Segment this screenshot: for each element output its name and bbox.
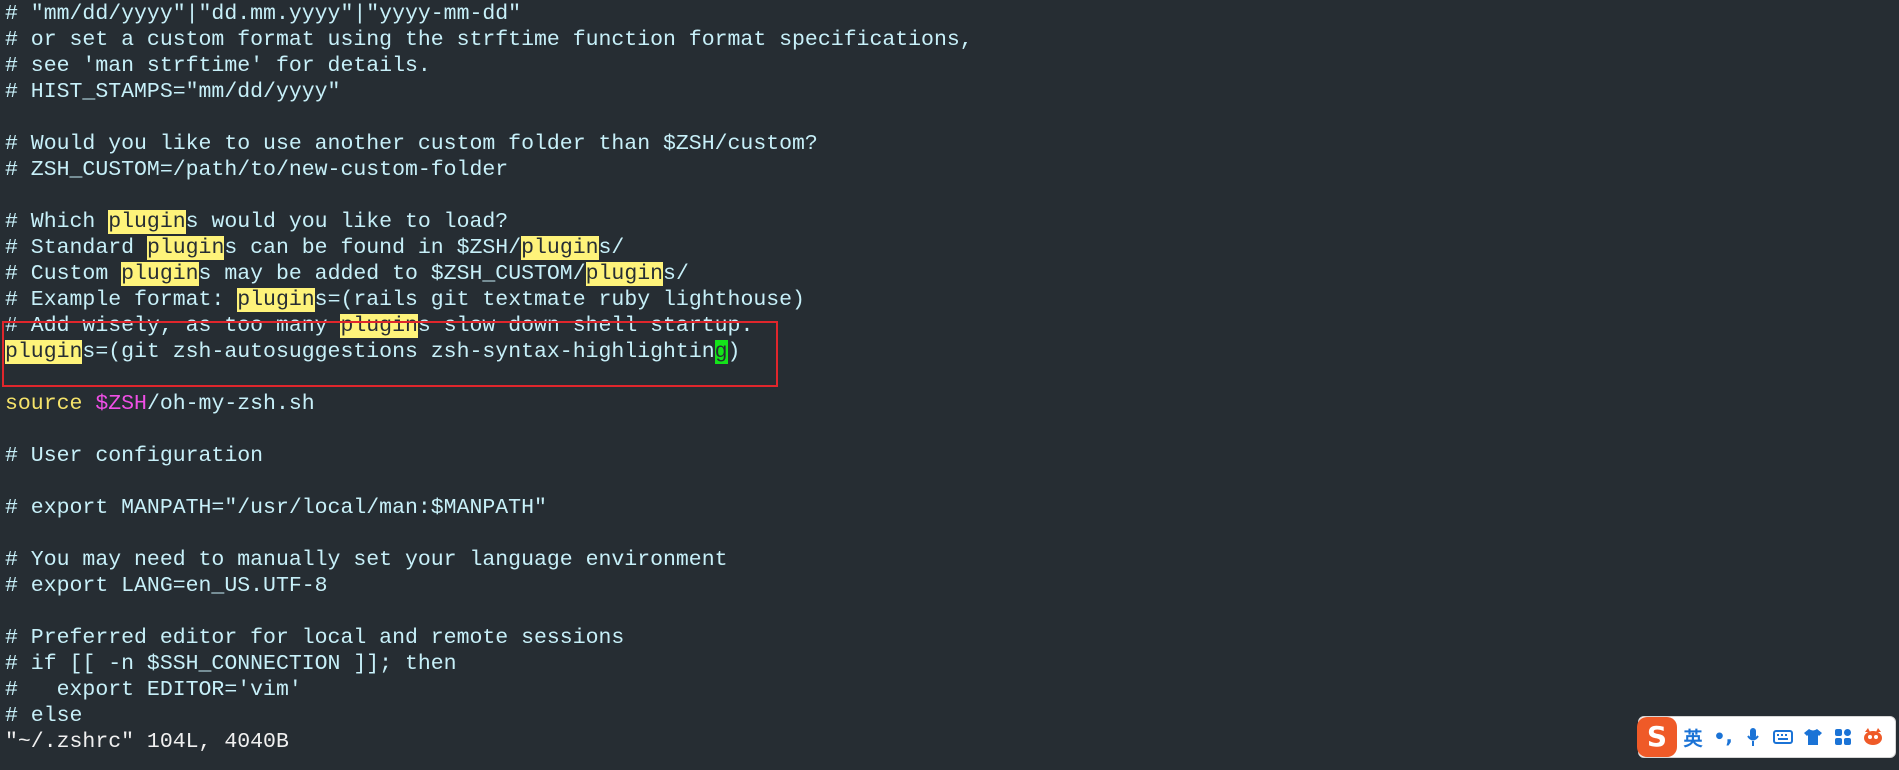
- editor-line[interactable]: # Would you like to use another custom f…: [5, 131, 818, 157]
- editor-line[interactable]: # see 'man strftime' for details.: [5, 53, 431, 79]
- sogou-logo-icon[interactable]: S: [1637, 717, 1677, 757]
- line-text: # see 'man strftime' for details.: [5, 54, 431, 78]
- line-text: # Preferred editor for local and remote …: [5, 626, 625, 650]
- mascot-icon[interactable]: [1859, 722, 1887, 752]
- line-text: # else: [5, 704, 83, 728]
- line-text: # HIST_STAMPS="mm/dd/yyyy": [5, 80, 341, 104]
- line-text: /oh-my-zsh.sh: [146, 392, 315, 416]
- terminal-window[interactable]: # "mm/dd/yyyy"|"dd.mm.yyyy"|"yyyy-mm-dd"…: [0, 0, 1899, 770]
- input-mode-toggle[interactable]: 英: [1679, 722, 1707, 752]
- editor-line[interactable]: source $ZSH/oh-my-zsh.sh: [5, 391, 315, 417]
- editor-line[interactable]: # export EDITOR='vim': [5, 677, 302, 703]
- search-match-highlight: plugin: [237, 288, 315, 312]
- zsh-variable: $ZSH: [95, 392, 147, 416]
- line-text: # export MANPATH="/usr/local/man:$MANPAT…: [5, 496, 547, 520]
- line-text: [82, 392, 95, 416]
- editor-line[interactable]: # export LANG=en_US.UTF-8: [5, 573, 328, 599]
- line-text: s=(rails git textmate ruby lighthouse): [314, 288, 805, 312]
- line-text: s=(git zsh-autosuggestions zsh-syntax-hi…: [82, 340, 715, 364]
- line-text: # export EDITOR='vim': [5, 678, 302, 702]
- search-match-highlight: plugin: [146, 236, 225, 260]
- editor-line[interactable]: # Example format: plugins=(rails git tex…: [5, 287, 805, 313]
- source-keyword: source: [5, 392, 83, 416]
- line-text: # ZSH_CUSTOM=/path/to/new-custom-folder: [5, 158, 509, 182]
- editor-line[interactable]: plugins=(git zsh-autosuggestions zsh-syn…: [5, 339, 740, 365]
- line-text: # Standard: [5, 236, 147, 260]
- microphone-icon[interactable]: [1739, 722, 1767, 752]
- editor-line[interactable]: # if [[ -n $SSH_CONNECTION ]]; then: [5, 651, 457, 677]
- skin-shirt-icon[interactable]: [1799, 722, 1827, 752]
- punctuation-toggle[interactable]: •,: [1709, 722, 1737, 752]
- line-text: s can be found in $ZSH/: [224, 236, 522, 260]
- line-text: # or set a custom format using the strft…: [5, 28, 973, 52]
- editor-line[interactable]: # Standard plugins can be found in $ZSH/…: [5, 235, 624, 261]
- line-text: s would you like to load?: [185, 210, 509, 234]
- editor-line[interactable]: # Which plugins would you like to load?: [5, 209, 508, 235]
- editor-line[interactable]: # User configuration: [5, 443, 263, 469]
- line-text: # Custom: [5, 262, 122, 286]
- line-text: # You may need to manually set your lang…: [5, 548, 728, 572]
- search-match-highlight: plugin: [121, 262, 199, 286]
- line-text: # if [[ -n $SSH_CONNECTION ]]; then: [5, 652, 457, 676]
- editor-line[interactable]: # export MANPATH="/usr/local/man:$MANPAT…: [5, 495, 547, 521]
- line-text: s/: [663, 262, 689, 286]
- line-text: s slow down shell startup.: [417, 314, 754, 338]
- line-text: s/: [598, 236, 625, 260]
- line-text: # User configuration: [5, 444, 264, 468]
- line-text: ): [727, 340, 741, 364]
- search-match-highlight: plugin: [108, 210, 186, 234]
- toolbox-grid-icon[interactable]: [1829, 722, 1857, 752]
- line-text: # Add wisely, as too many: [5, 314, 341, 338]
- editor-line[interactable]: # Preferred editor for local and remote …: [5, 625, 624, 651]
- line-text: # Would you like to use another custom f…: [5, 132, 818, 156]
- editor-line[interactable]: # else: [5, 703, 82, 729]
- editor-line[interactable]: # HIST_STAMPS="mm/dd/yyyy": [5, 79, 340, 105]
- line-text: # export LANG=en_US.UTF-8: [5, 574, 328, 598]
- line-text: # Example format:: [5, 288, 238, 312]
- editor-line[interactable]: # Custom plugins may be added to $ZSH_CU…: [5, 261, 689, 287]
- line-text: # Which: [5, 210, 109, 234]
- editor-line[interactable]: # You may need to manually set your lang…: [5, 547, 728, 573]
- ime-toolbar[interactable]: S 英 •,: [1637, 716, 1896, 758]
- search-match-highlight: plugin: [5, 340, 83, 364]
- vim-status-line: "~/.zshrc" 104L, 4040B: [5, 730, 289, 754]
- search-match-highlight: plugin: [340, 314, 418, 338]
- text-cursor: g: [714, 340, 728, 364]
- keyboard-icon[interactable]: [1769, 722, 1797, 752]
- editor-line[interactable]: # ZSH_CUSTOM=/path/to/new-custom-folder: [5, 157, 508, 183]
- editor-line[interactable]: # "mm/dd/yyyy"|"dd.mm.yyyy"|"yyyy-mm-dd": [5, 1, 521, 27]
- line-text: # "mm/dd/yyyy"|"dd.mm.yyyy"|"yyyy-mm-dd": [5, 2, 522, 26]
- line-text: s may be added to $ZSH_CUSTOM/: [198, 262, 586, 286]
- search-match-highlight: plugin: [585, 262, 664, 286]
- search-match-highlight: plugin: [521, 236, 599, 260]
- editor-line[interactable]: # or set a custom format using the strft…: [5, 27, 973, 53]
- editor-line[interactable]: # Add wisely, as too many plugins slow d…: [5, 313, 753, 339]
